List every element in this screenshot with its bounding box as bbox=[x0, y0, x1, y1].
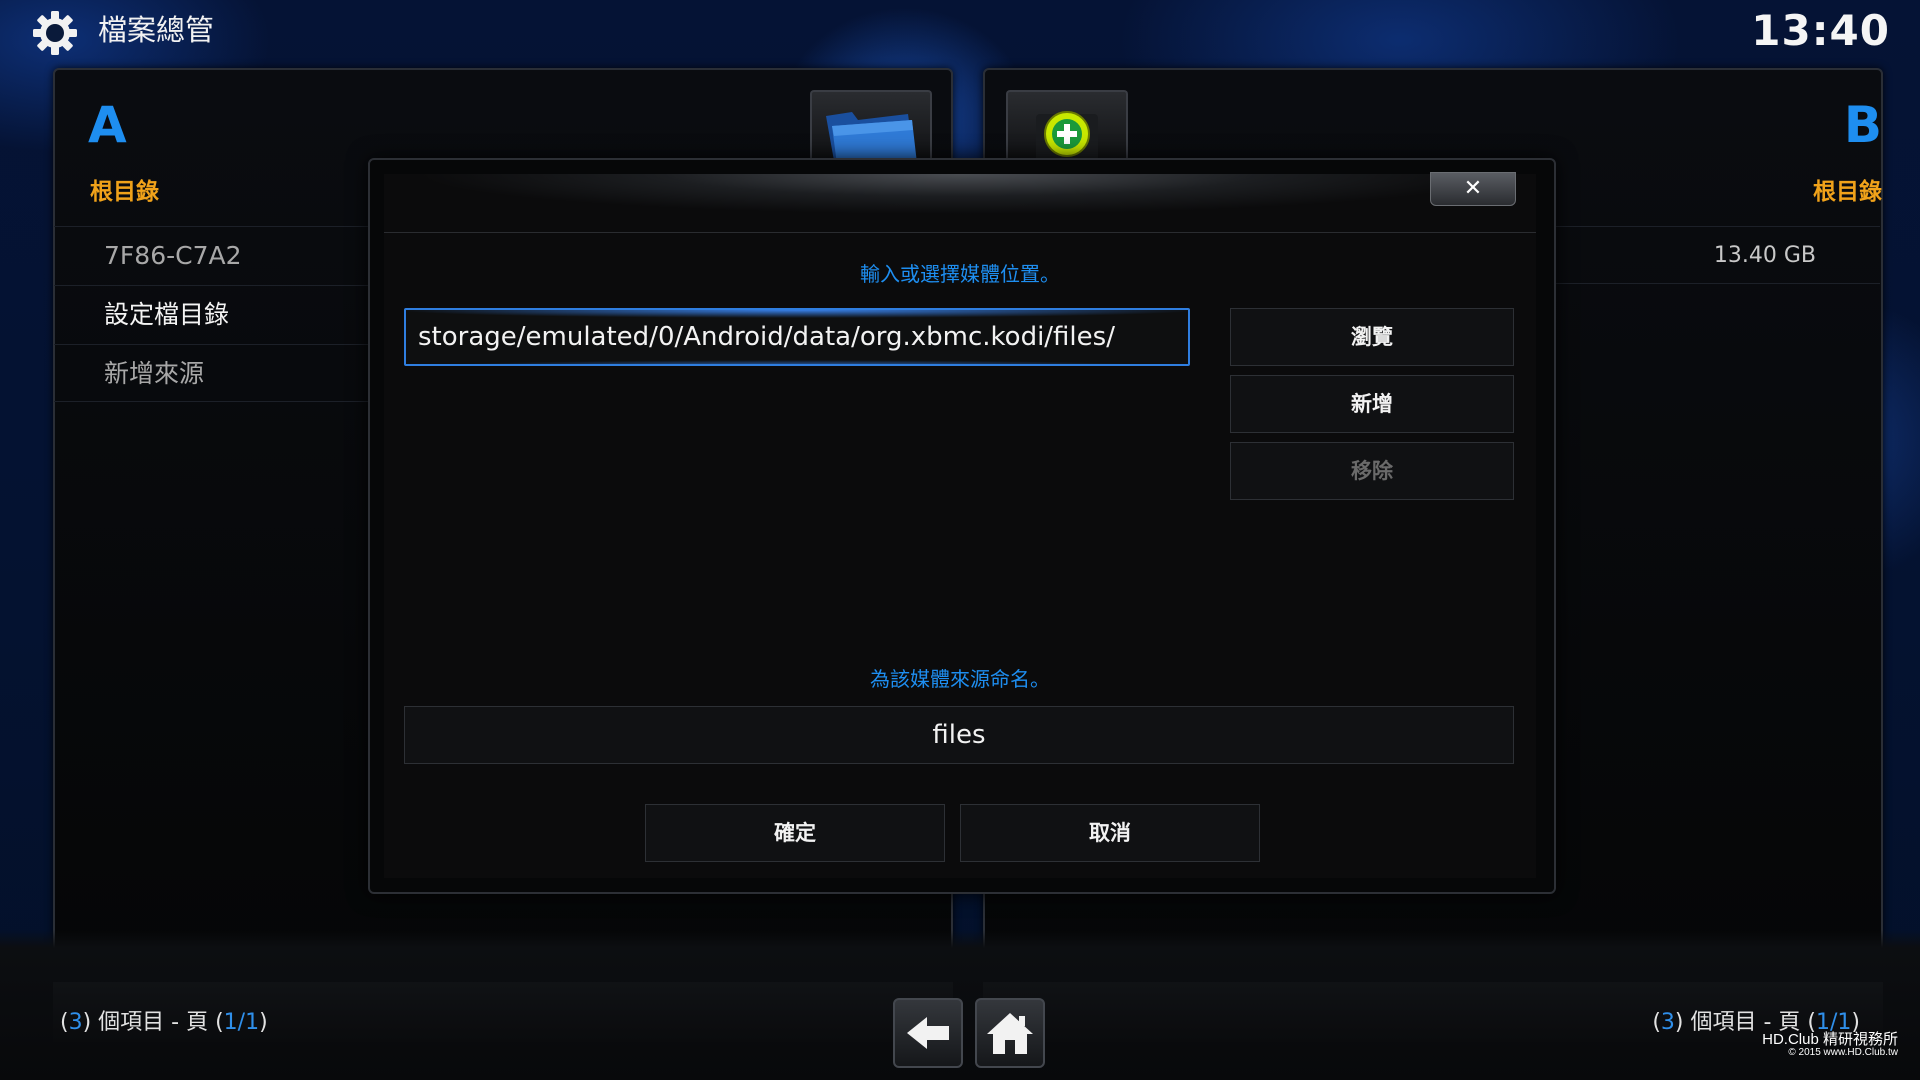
add-button[interactable]: 新增 bbox=[1230, 375, 1514, 433]
home-icon bbox=[987, 1013, 1033, 1054]
browse-button[interactable]: 瀏覽 bbox=[1230, 308, 1514, 366]
clock: 13:40 bbox=[1751, 6, 1890, 55]
panel-a-letter: A bbox=[88, 96, 127, 154]
window-title: 檔案總管 bbox=[98, 13, 215, 47]
source-name-input[interactable]: files bbox=[404, 706, 1514, 764]
list-item[interactable]: 新增來源 bbox=[54, 344, 384, 402]
cancel-button[interactable]: 取消 bbox=[960, 804, 1260, 862]
item-count-left: (3) 個項目 - 頁 (1/1) bbox=[60, 1010, 268, 1035]
list-item[interactable]: 設定檔目錄 bbox=[54, 285, 384, 343]
kodi-file-manager-screen: 檔案總管 13:40 A 根目錄 7F86-C7A2 設定檔目錄 新增來源 B … bbox=[0, 0, 1920, 1080]
panel-b-subtitle: 根目錄 bbox=[1813, 179, 1882, 205]
home-button[interactable] bbox=[975, 998, 1045, 1068]
remove-button[interactable]: 移除 bbox=[1230, 442, 1514, 500]
watermark: HD.Club 精研視務所 © 2015 www.HD.Club.tw bbox=[1762, 1031, 1898, 1058]
media-path-input[interactable]: storage/emulated/0/Android/data/org.xbmc… bbox=[404, 308, 1190, 366]
panel-b-letter: B bbox=[1843, 96, 1882, 154]
location-prompt: 輸入或選擇媒體位置。 bbox=[860, 262, 1060, 286]
list-item-size[interactable]: 13.40 GB bbox=[1550, 226, 1880, 284]
dialog-header-bar bbox=[384, 174, 1536, 233]
back-button[interactable] bbox=[893, 998, 963, 1068]
list-item[interactable]: 7F86-C7A2 bbox=[54, 226, 384, 284]
name-prompt: 為該媒體來源命名。 bbox=[870, 667, 1050, 691]
ok-button[interactable]: 確定 bbox=[645, 804, 945, 862]
panel-a-subtitle: 根目錄 bbox=[90, 179, 159, 205]
back-arrow-icon bbox=[907, 1017, 949, 1049]
gear-icon[interactable] bbox=[32, 10, 78, 56]
close-button[interactable]: ✕ bbox=[1430, 172, 1516, 206]
